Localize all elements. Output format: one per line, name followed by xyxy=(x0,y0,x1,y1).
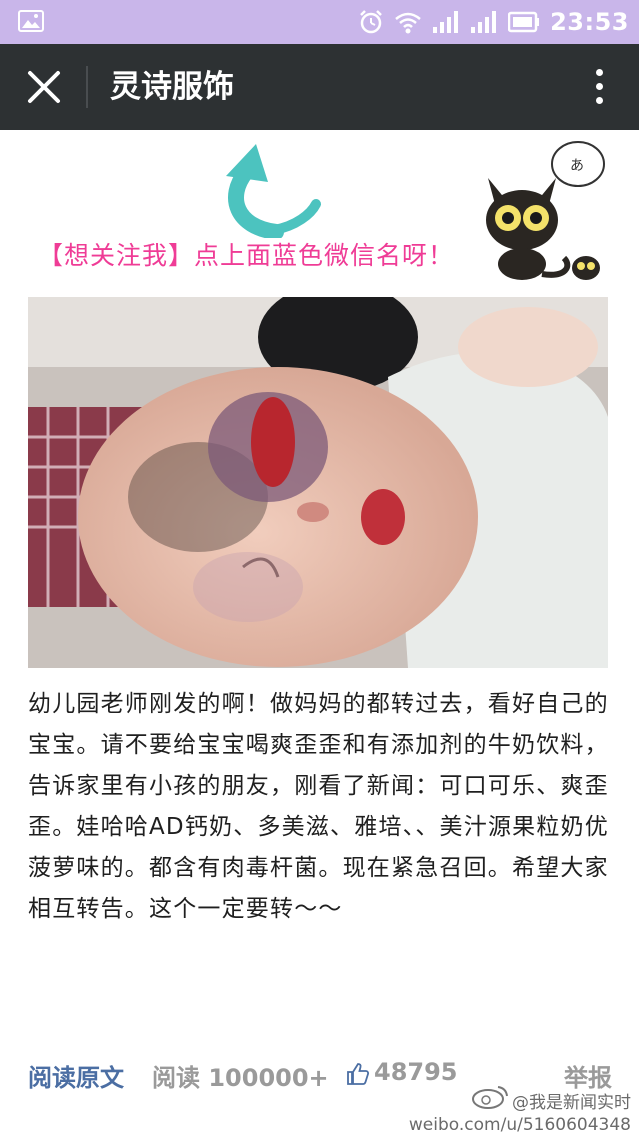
status-time: 23:53 xyxy=(550,8,629,36)
watermark-handle: @我是新闻实时 xyxy=(512,1093,631,1113)
app-header: 灵诗服饰 xyxy=(0,44,639,130)
read-count: 阅读 100000+ xyxy=(152,1064,329,1092)
signal-icon xyxy=(433,11,459,33)
like-count: 48795 xyxy=(374,1058,458,1086)
battery-icon xyxy=(508,11,540,33)
alarm-icon xyxy=(360,10,382,34)
follow-banner: 【想关注我】点上面蓝色微信名呀！ あ xyxy=(26,138,611,288)
curved-arrow-icon xyxy=(226,144,321,238)
wifi-icon xyxy=(395,12,421,34)
status-bar: 23:53 xyxy=(0,0,639,44)
signal-icon xyxy=(471,11,497,33)
follow-banner-text: 【想关注我】点上面蓝色微信名呀！ xyxy=(38,241,455,270)
watermark-url: weibo.com/u/5160604348 xyxy=(408,1115,631,1135)
weibo-watermark: @我是新闻实时 weibo.com/u/5160604348 xyxy=(409,1092,631,1136)
cat-mascot-icon: あ xyxy=(486,141,605,280)
close-icon[interactable] xyxy=(24,67,64,107)
article-photo xyxy=(28,297,608,668)
header-divider xyxy=(86,66,88,108)
article-body: 幼儿园老师刚发的啊！做妈妈的都转过去，看好自己的宝宝。请不要给宝宝喝爽歪歪和有添… xyxy=(28,691,609,922)
thumbs-up-icon[interactable] xyxy=(346,1062,370,1086)
more-vertical-icon[interactable] xyxy=(593,69,605,107)
page-title: 灵诗服饰 xyxy=(110,69,234,105)
svg-text:あ: あ xyxy=(570,158,584,174)
report-link[interactable]: 举报 xyxy=(564,1058,612,1093)
gallery-icon xyxy=(18,10,44,32)
read-original-link[interactable]: 阅读原文 xyxy=(28,1058,124,1093)
